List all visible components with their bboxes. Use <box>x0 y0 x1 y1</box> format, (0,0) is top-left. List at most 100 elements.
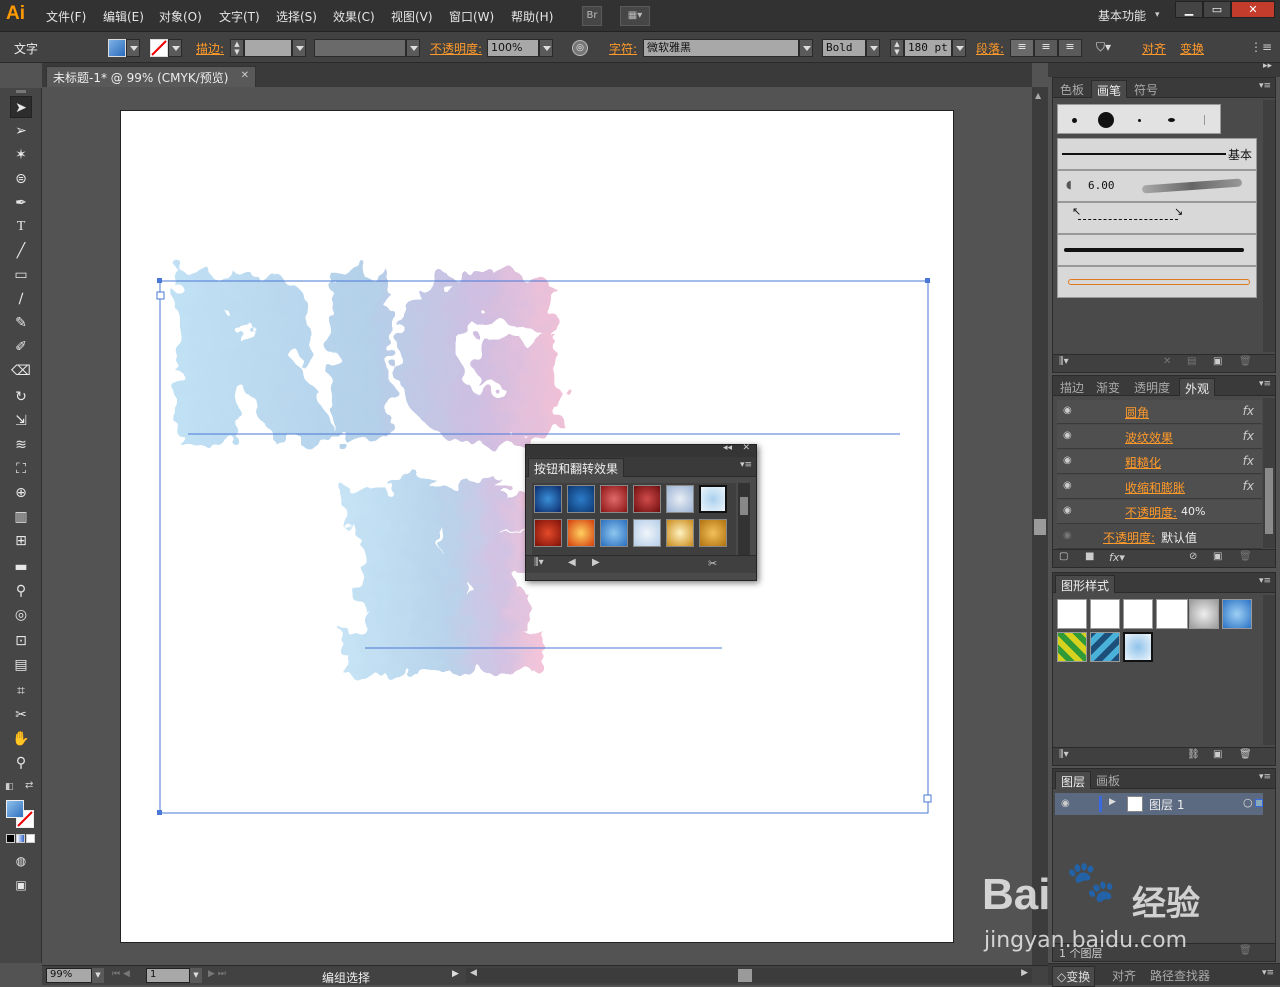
break-link-icon[interactable]: ✂ <box>708 557 717 570</box>
graphic-style-default[interactable] <box>1057 599 1087 629</box>
graphic-styles-scrollbar[interactable] <box>1263 595 1275 745</box>
delete-item-icon[interactable]: 🗑 <box>1239 551 1252 562</box>
dock-collapse-icon[interactable]: ▸▸ <box>1263 61 1272 71</box>
brush-dot-small[interactable] <box>1072 118 1077 123</box>
brush-basic-row[interactable]: 基本 <box>1057 138 1257 170</box>
status-menu-icon[interactable]: ▶ <box>452 969 459 979</box>
tab-pathfinder[interactable]: 路径查找器 <box>1146 967 1214 984</box>
zoom-input[interactable]: 99% <box>46 968 92 983</box>
layer-selection-indicator[interactable] <box>1255 799 1263 807</box>
brush-bristle-row[interactable]: ◖ 6.00 <box>1057 170 1257 202</box>
scroll-right-icon[interactable]: ▶ <box>1021 968 1028 978</box>
expand-layer-icon[interactable]: ▶ <box>1109 797 1116 807</box>
previous-library-icon[interactable]: ◀ <box>568 557 576 568</box>
style-swatch-7[interactable] <box>534 519 562 547</box>
next-library-icon[interactable]: ▶ <box>592 557 600 568</box>
tab-layers[interactable]: 图层 <box>1055 771 1092 789</box>
add-fill-icon[interactable]: ■ <box>1085 551 1094 562</box>
add-effect-icon[interactable]: fx▾ <box>1109 551 1125 564</box>
brush-dot-large[interactable] <box>1098 112 1114 128</box>
opacity-row[interactable]: ◉ 不透明度: 40% <box>1057 500 1262 524</box>
delete-brush-icon[interactable]: 🗑 <box>1239 356 1252 367</box>
library-menu-icon[interactable]: ⫼▾ <box>534 557 544 568</box>
brush-dot-line[interactable] <box>1204 115 1205 125</box>
graphic-style-none-stroke[interactable] <box>1090 599 1120 629</box>
effect-label[interactable]: 圆角 <box>1125 404 1149 421</box>
panel-grip[interactable]: ◂◂ ✕ <box>526 443 756 457</box>
style-grid-scroll-thumb[interactable] <box>740 497 748 515</box>
effect-row-rounded-corners[interactable]: ◉ 圆角 fx <box>1057 400 1262 424</box>
vertical-scrollbar[interactable]: ▲ <box>1032 87 1048 965</box>
artboard-number-input[interactable]: 1 <box>146 968 190 983</box>
maximize-button[interactable]: ▭ <box>1203 1 1231 18</box>
duplicate-item-icon[interactable]: ▣ <box>1213 551 1222 562</box>
graphic-style-spiky-selected[interactable] <box>1123 632 1153 662</box>
visibility-eye-icon[interactable]: ◉ <box>1063 406 1075 416</box>
graphic-style-gray[interactable] <box>1189 599 1219 629</box>
vertical-scroll-thumb[interactable] <box>1034 519 1046 535</box>
tab-stroke[interactable]: 描边 <box>1055 378 1089 396</box>
brush-dot-oval[interactable] <box>1168 118 1175 122</box>
style-swatch-5[interactable] <box>666 485 694 513</box>
visibility-eye-icon[interactable]: ◉ <box>1063 506 1075 516</box>
style-swatch-12[interactable] <box>699 519 727 547</box>
envelope-warp-icon[interactable]: ⛉▾ <box>1096 40 1111 55</box>
tab-align[interactable]: 对齐 <box>1108 967 1140 984</box>
float-panel-menu-icon[interactable]: ▾≡ <box>740 460 752 470</box>
collapse-icon[interactable]: ◂◂ <box>723 443 732 453</box>
handle-bottom-left[interactable] <box>157 810 162 815</box>
fx-icon[interactable]: fx <box>1243 429 1254 443</box>
visibility-eye-icon[interactable]: ◉ <box>1063 481 1075 491</box>
zoom-dropdown-icon[interactable]: ▼ <box>92 968 104 983</box>
brush-decorative-row[interactable] <box>1057 266 1257 298</box>
tab-gradient[interactable]: 渐变 <box>1091 378 1125 396</box>
control-menu-icon[interactable]: ⋮≡ <box>1250 40 1272 54</box>
float-panel-title[interactable]: 按钮和翻转效果 <box>528 458 625 477</box>
artboard-dropdown-icon[interactable]: ▼ <box>190 968 202 983</box>
tab-appearance[interactable]: 外观 <box>1179 378 1216 396</box>
add-stroke-icon[interactable]: ▢ <box>1059 551 1068 562</box>
effect-row-roughen[interactable]: ◉ 粗糙化 fx <box>1057 450 1262 474</box>
scroll-left-icon[interactable]: ◀ <box>470 968 477 978</box>
workspace-chevron-icon[interactable]: ▾ <box>1155 10 1160 20</box>
graphic-style-blue-pattern[interactable] <box>1090 632 1120 662</box>
fx-icon[interactable]: fx <box>1243 404 1254 418</box>
appearance-panel-menu-icon[interactable]: ▾≡ <box>1259 379 1271 389</box>
fx-icon[interactable]: fx <box>1243 479 1254 493</box>
style-swatch-3[interactable] <box>600 485 628 513</box>
effect-row-zigzag[interactable]: ◉ 波纹效果 fx <box>1057 425 1262 449</box>
minimize-button[interactable]: ▁ <box>1175 1 1203 18</box>
layer-target-icon[interactable]: ○ <box>1243 796 1253 809</box>
visibility-eye-icon[interactable]: ◉ <box>1063 531 1075 541</box>
handle-top-left[interactable] <box>157 278 162 283</box>
tab-transparency[interactable]: 透明度 <box>1129 378 1175 396</box>
tab-graphic-styles[interactable]: 图形样式 <box>1055 575 1116 593</box>
style-swatch-11[interactable] <box>666 519 694 547</box>
effect-label[interactable]: 收缩和膨胀 <box>1125 479 1185 496</box>
layer-visibility-eye-icon[interactable]: ◉ <box>1061 798 1070 809</box>
graphic-styles-menu-icon[interactable]: ▾≡ <box>1259 576 1271 586</box>
brushes-panel-menu-icon[interactable]: ▾≡ <box>1259 81 1271 91</box>
style-swatch-2[interactable] <box>567 485 595 513</box>
graphic-style-white[interactable] <box>1123 599 1153 629</box>
layer-row[interactable]: ◉ ▶ 图层 1 ○ <box>1055 793 1263 815</box>
style-swatch-9[interactable] <box>600 519 628 547</box>
close-button[interactable]: ✕ <box>1231 1 1275 18</box>
style-swatch-4[interactable] <box>633 485 661 513</box>
brush-library-menu-icon[interactable]: ⫼▾ <box>1059 356 1069 367</box>
appearance-scrollbar[interactable] <box>1263 398 1275 548</box>
brush-arrow-row[interactable]: ↖ ↘ <box>1057 202 1257 234</box>
visibility-eye-icon[interactable]: ◉ <box>1063 431 1075 441</box>
tab-brushes[interactable]: 画笔 <box>1091 80 1128 98</box>
align-right-icon[interactable]: ≡ <box>1058 39 1082 57</box>
opacity-default-row[interactable]: ◉ 不透明度: 默认值 <box>1057 525 1262 549</box>
panel-dock-header[interactable]: ▸▸ <box>1048 61 1280 77</box>
new-style-icon[interactable]: ▣ <box>1213 749 1222 760</box>
break-style-link-icon[interactable]: ⛓ <box>1187 749 1200 760</box>
style-grid-scrollbar[interactable] <box>738 483 750 555</box>
fill-color-box[interactable] <box>6 800 24 818</box>
brush-charcoal-row[interactable] <box>1057 234 1257 266</box>
transform-label[interactable]: 变换 <box>1180 40 1204 57</box>
delete-layer-icon[interactable]: 🗑 <box>1239 945 1252 956</box>
opacity-default-label[interactable]: 不透明度: <box>1103 529 1155 546</box>
